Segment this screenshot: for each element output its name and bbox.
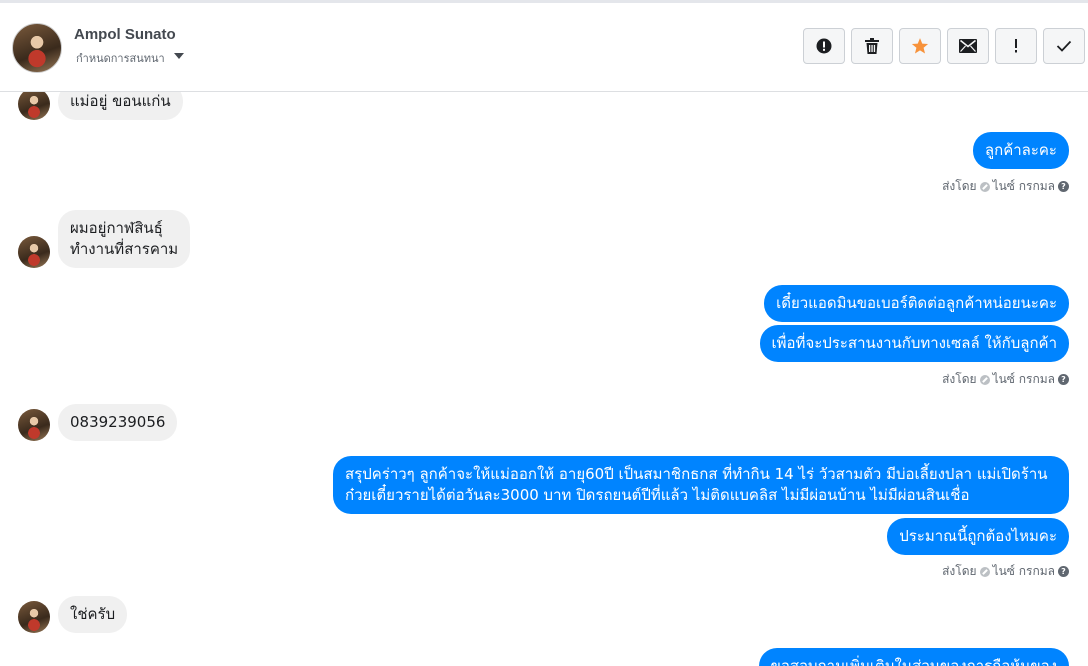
message-bubble[interactable]: แม่อยู่ ขอนแก่น [58, 92, 183, 120]
sent-by-label: ส่งโดย [942, 564, 977, 578]
message-row-incoming: ใช่ครับ [18, 596, 128, 633]
message-bubble[interactable]: สรุปคร่าวๆ ลูกค้าจะให้แม่ออกให้ อายุ60ปี… [333, 456, 1069, 514]
message-bubble[interactable]: ประมาณนี้ถูกต้องไหมคะ [887, 518, 1069, 555]
mark-important-button[interactable] [995, 28, 1037, 64]
message-bubble[interactable]: ผมอยู่กาฬสินธุ์ ทำงานที่สารคาม [58, 210, 191, 268]
message-line: สรุปคร่าวๆ ลูกค้าจะให้แม่ออกให้ อายุ60ปี… [345, 465, 1048, 483]
message-thread[interactable]: แม่อยู่ ขอนแก่น ลูกค้าละคะ ส่งโดย ไนซ์ ก… [0, 92, 1088, 666]
delete-button[interactable] [851, 28, 893, 64]
verified-icon [979, 566, 990, 577]
message-bubble[interactable]: เพื่อที่จะประสานงานกับทางเซลล์ ให้กับลูก… [759, 325, 1069, 362]
message-row-incoming: 0839239056 [18, 404, 178, 441]
message-bubble[interactable]: 0839239056 [58, 404, 178, 441]
help-icon[interactable]: ? [1058, 181, 1069, 192]
help-icon[interactable]: ? [1058, 374, 1069, 385]
message-row-incoming: ผมอยู่กาฬสินธุ์ ทำงานที่สารคาม [18, 210, 191, 268]
message-bubble[interactable]: ลูกค้าละคะ [972, 132, 1069, 169]
check-icon [1056, 40, 1072, 52]
sent-by-agent: ไนซ์ กรกมล [992, 179, 1055, 193]
star-icon [911, 38, 929, 54]
sender-avatar[interactable] [18, 236, 50, 268]
sent-by-label: ส่งโดย [942, 372, 977, 386]
message-bubble[interactable]: เดี๋ยวแอดมินขอเบอร์ติดต่อลูกค้าหน่อยนะคะ [764, 285, 1069, 322]
message-bubble[interactable]: ขอสอบถามเพิ่มเติมในส่วนของการถือหุ้นของ [758, 648, 1069, 666]
sent-by-info: ส่งโดย ไนซ์ กรกมล ? [942, 370, 1069, 389]
conversation-header: Ampol Sunato กำหนดการสนทนา [0, 3, 1088, 92]
message-bubble[interactable]: ใช่ครับ [58, 596, 128, 633]
contact-name[interactable]: Ampol Sunato [74, 26, 176, 43]
assign-conversation-label[interactable]: กำหนดการสนทนา [76, 49, 165, 67]
verified-icon [979, 374, 990, 385]
contact-avatar[interactable] [12, 23, 62, 73]
star-button[interactable] [899, 28, 941, 64]
sent-by-info: ส่งโดย ไนซ์ กรกมล ? [942, 177, 1069, 196]
sender-avatar[interactable] [18, 92, 50, 120]
sender-avatar[interactable] [18, 409, 50, 441]
chevron-down-icon[interactable] [174, 53, 184, 59]
envelope-icon [959, 39, 977, 53]
conversation-actions [803, 28, 1085, 64]
verified-icon [979, 181, 990, 192]
message-line: ก๋วยเตี๋ยวรายได้ต่อวันละ3000 บาท ปิดรถยน… [345, 486, 970, 504]
sent-by-agent: ไนซ์ กรกมล [992, 564, 1055, 578]
sent-by-agent: ไนซ์ กรกมล [992, 372, 1055, 386]
help-icon[interactable]: ? [1058, 566, 1069, 577]
alert-circle-icon [816, 38, 832, 54]
mark-spam-button[interactable] [803, 28, 845, 64]
mark-unread-button[interactable] [947, 28, 989, 64]
trash-icon [865, 38, 879, 54]
message-row-incoming: แม่อยู่ ขอนแก่น [18, 92, 183, 120]
mark-done-button[interactable] [1043, 28, 1085, 64]
sent-by-info: ส่งโดย ไนซ์ กรกมล ? [942, 562, 1069, 581]
sent-by-label: ส่งโดย [942, 179, 977, 193]
sender-avatar[interactable] [18, 601, 50, 633]
exclamation-icon [1015, 39, 1017, 53]
